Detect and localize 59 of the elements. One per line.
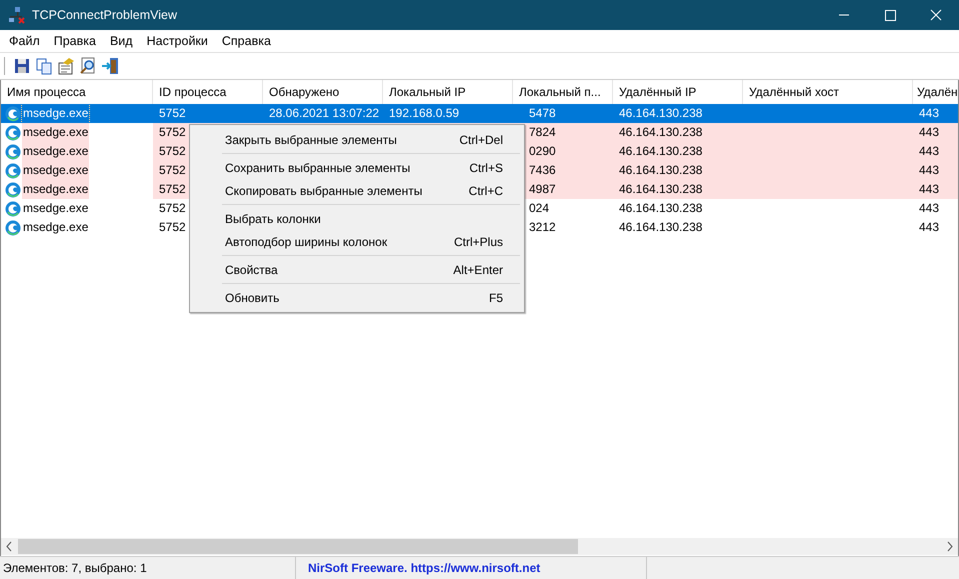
table-cell-text: 7436 — [529, 162, 556, 179]
menu-item[interactable]: Выбрать колонки — [192, 207, 522, 230]
table-cell-text: 192.168.0.59 — [389, 105, 460, 122]
table-cell-text: 443 — [919, 181, 940, 198]
table-cell-text: msedge.exe — [22, 219, 90, 236]
menu-item[interactable]: Вид — [102, 34, 140, 48]
table-cell-text: 7824 — [529, 124, 556, 141]
menu-item[interactable]: Правка — [46, 34, 103, 48]
table-cell-text: 46.164.130.238 — [619, 105, 702, 122]
table-cell: msedge.exe — [22, 142, 90, 161]
table-cell-text: 443 — [919, 200, 940, 217]
column-header[interactable]: Удалён — [913, 80, 958, 104]
menu-item[interactable]: Скопировать выбранные элементы Ctrl+C — [192, 179, 522, 202]
network-icon — [8, 6, 26, 24]
table-cell-text: 46.164.130.238 — [619, 124, 702, 141]
table-cell-text: 5752 — [159, 219, 186, 236]
table-cell-text: 5752 — [159, 124, 186, 141]
table-cell-text: 443 — [919, 143, 940, 160]
horizontal-scrollbar[interactable] — [1, 538, 958, 555]
table-cell-text: 46.164.130.238 — [619, 181, 702, 198]
menu-item[interactable]: Справка — [214, 34, 278, 48]
table-cell-text: msedge.exe — [22, 200, 90, 217]
table-cell-text: 443 — [919, 162, 940, 179]
table-cell: msedge.exe — [22, 161, 90, 180]
menu-item[interactable]: Обновить F5 — [192, 286, 522, 309]
status-text: Элементов: 7, выбрано: 1 — [3, 561, 147, 575]
document-icon[interactable] — [57, 57, 75, 75]
table-cell-text: 46.164.130.238 — [619, 162, 702, 179]
table-cell-text: 28.06.2021 13:07:22 — [269, 105, 380, 122]
table-cell-text: 5752 — [159, 181, 186, 198]
table-cell-text: 024 — [529, 200, 550, 217]
search-icon[interactable] — [79, 57, 97, 75]
window-title: TCPConnectProblemView — [32, 8, 177, 22]
table-cell: msedge.exe — [22, 180, 90, 199]
table-cell-text: 443 — [919, 219, 940, 236]
menu-item[interactable]: Закрыть выбранные элементы Ctrl+Del — [192, 128, 522, 151]
copy-icon[interactable] — [35, 57, 53, 75]
menu-item[interactable]: Автоподбор ширины колонок Ctrl+Plus — [192, 230, 522, 253]
table-cell-text: 0290 — [529, 143, 556, 160]
table-cell-text: 443 — [919, 124, 940, 141]
table-cell-text: 3212 — [529, 219, 556, 236]
table-cell-text: 46.164.130.238 — [619, 219, 702, 236]
website-link[interactable]: NirSoft Freeware. https://www.nirsoft.net — [308, 561, 540, 575]
menu-item[interactable]: Свойства Alt+Enter — [192, 258, 522, 281]
table-cell-text: 5752 — [159, 162, 186, 179]
menu-item[interactable]: Файл — [2, 34, 47, 48]
table-cell-text: 4987 — [529, 181, 556, 198]
door-icon[interactable] — [101, 57, 119, 75]
table-cell: msedge.exe — [22, 123, 90, 142]
table-cell-text: 46.164.130.238 — [619, 143, 702, 160]
table-cell-text: 5478 — [529, 105, 556, 122]
menu-item[interactable]: Настройки — [140, 34, 215, 48]
table-cell-text: 46.164.130.238 — [619, 200, 702, 217]
table-cell-text: 5752 — [159, 105, 186, 122]
table-cell-text: 443 — [919, 105, 940, 122]
table-cell-text: 5752 — [159, 143, 186, 160]
table-row[interactable]: msedge.exe 5752 28.06.2021 13:07:22 192.168.0.59 5478 46.164.130.238 443 — [1, 104, 958, 123]
table-cell-text: 5752 — [159, 200, 186, 217]
table-cell: msedge.exe — [22, 104, 90, 123]
